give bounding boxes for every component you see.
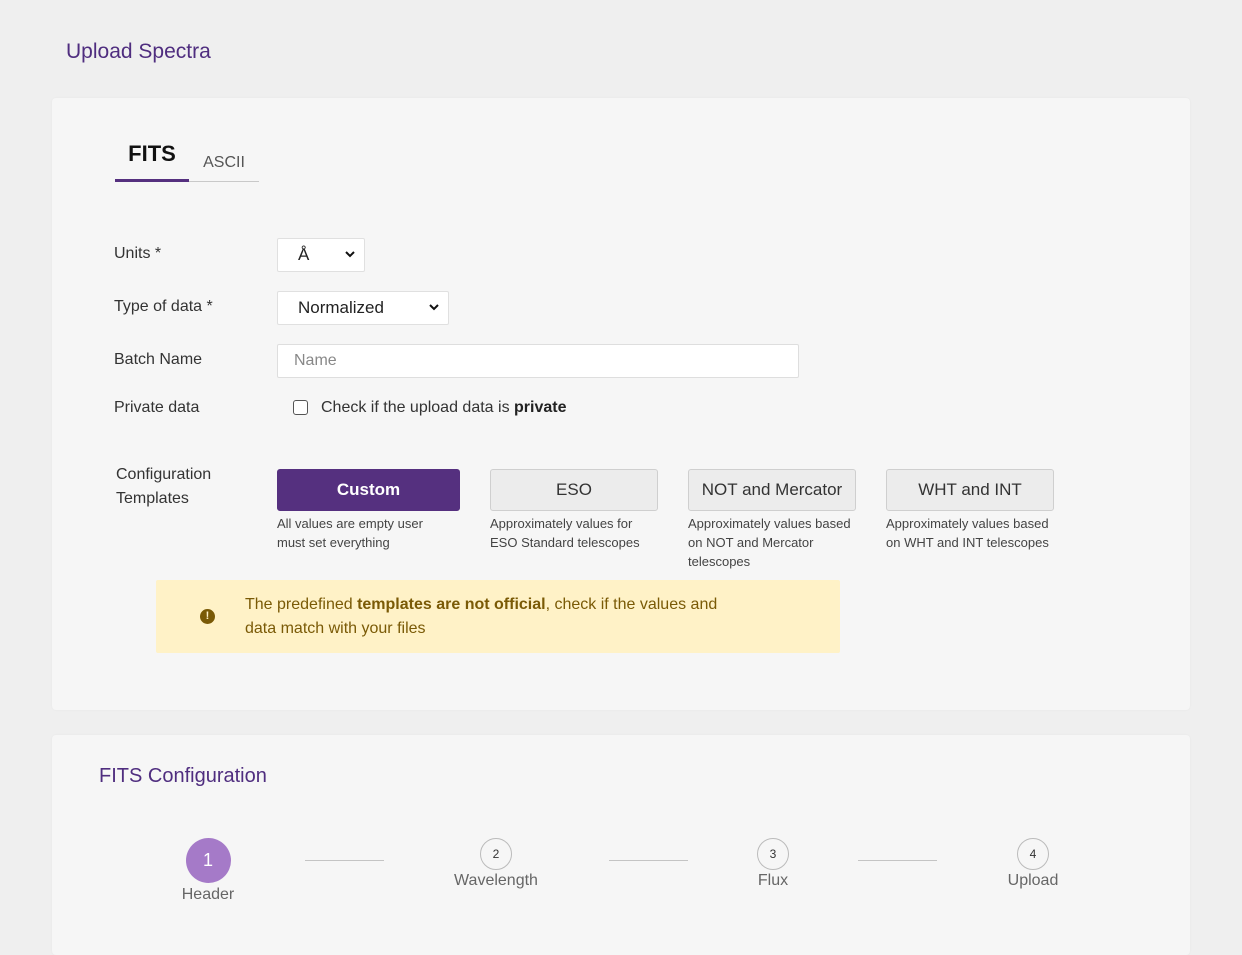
step-number: 2	[480, 838, 512, 870]
private-data-checkbox[interactable]	[293, 400, 308, 415]
batch-name-input[interactable]: Name	[277, 344, 799, 378]
desc-line: All values are empty user	[277, 516, 423, 531]
template-wht-int-button[interactable]: WHT and INT	[886, 469, 1054, 511]
units-label: Units *	[114, 245, 162, 262]
step-number: 4	[1017, 838, 1049, 870]
desc-line: must set everything	[277, 535, 390, 550]
step-label: Wavelength	[454, 872, 538, 889]
step-label: Upload	[1007, 872, 1059, 889]
alert-text: The predefined templates are not officia…	[245, 593, 785, 641]
desc-line: Approximately values based	[886, 516, 1049, 531]
chevron-down-icon	[345, 251, 355, 258]
templates-warning-alert: ! The predefined templates are not offic…	[156, 580, 840, 653]
section-title: FITS Configuration	[99, 765, 267, 787]
upload-form-card: FITS ASCII Units * Å Type of data * Norm…	[52, 98, 1190, 710]
tab-ascii[interactable]: ASCII	[189, 138, 259, 182]
template-not-mercator-button[interactable]: NOT and Mercator	[688, 469, 856, 511]
batch-name-label: Batch Name	[114, 351, 203, 368]
chevron-down-icon	[429, 304, 439, 311]
step-number: 3	[757, 838, 789, 870]
alert-line2: data match with your files	[245, 620, 426, 637]
private-data-label: Private data	[114, 399, 200, 416]
private-text-bold: private	[514, 399, 567, 416]
alert-prefix: The predefined	[245, 596, 358, 613]
private-text-prefix: Check if the upload data is	[321, 399, 515, 416]
step-flux[interactable]: 3 Flux	[738, 838, 808, 890]
step-number: 1	[185, 838, 231, 883]
type-of-data-value: Normalized	[298, 298, 384, 317]
page-title: Upload Spectra	[66, 40, 211, 63]
template-wht-int-description: Approximately values based on WHT and IN…	[886, 514, 1049, 552]
step-connector	[858, 860, 937, 861]
desc-line: Approximately values based	[688, 516, 851, 531]
tab-fits[interactable]: FITS	[115, 138, 189, 182]
desc-line: Approximately values for	[490, 516, 633, 531]
step-label: Flux	[757, 872, 789, 889]
templates-label-line1: Configuration	[116, 466, 212, 483]
desc-line: on NOT and Mercator	[688, 535, 814, 550]
template-custom-description: All values are empty user must set every…	[277, 514, 423, 552]
step-wavelength[interactable]: 2 Wavelength	[446, 838, 546, 890]
step-upload[interactable]: 4 Upload	[993, 838, 1073, 890]
exclamation-circle-icon: !	[200, 609, 215, 624]
desc-line: on WHT and INT telescopes	[886, 535, 1049, 550]
templates-label-line2: Templates	[116, 490, 189, 507]
step-label: Header	[181, 886, 235, 903]
fits-configuration-card: FITS Configuration 1 Header 2 Wavelength…	[52, 735, 1190, 955]
template-eso-button[interactable]: ESO	[490, 469, 658, 511]
units-value: Å	[298, 245, 310, 264]
step-header[interactable]: 1 Header	[170, 838, 246, 904]
step-connector	[305, 860, 384, 861]
desc-line: telescopes	[688, 554, 751, 569]
private-data-text: Check if the upload data is private	[321, 399, 566, 417]
desc-line: ESO Standard telescopes	[490, 535, 640, 550]
template-custom-button[interactable]: Custom	[277, 469, 460, 511]
template-not-mercator-description: Approximately values based on NOT and Me…	[688, 514, 851, 571]
type-of-data-label: Type of data *	[114, 298, 213, 315]
configuration-templates-label: Configuration Templates	[116, 463, 211, 511]
format-tabs: FITS ASCII	[115, 138, 259, 182]
alert-suffix: , check if the values and	[545, 596, 718, 613]
alert-bold: templates are not official	[357, 596, 546, 613]
step-connector	[609, 860, 688, 861]
type-of-data-select[interactable]: Normalized	[277, 291, 449, 325]
template-eso-description: Approximately values for ESO Standard te…	[490, 514, 640, 552]
units-select[interactable]: Å	[277, 238, 365, 272]
